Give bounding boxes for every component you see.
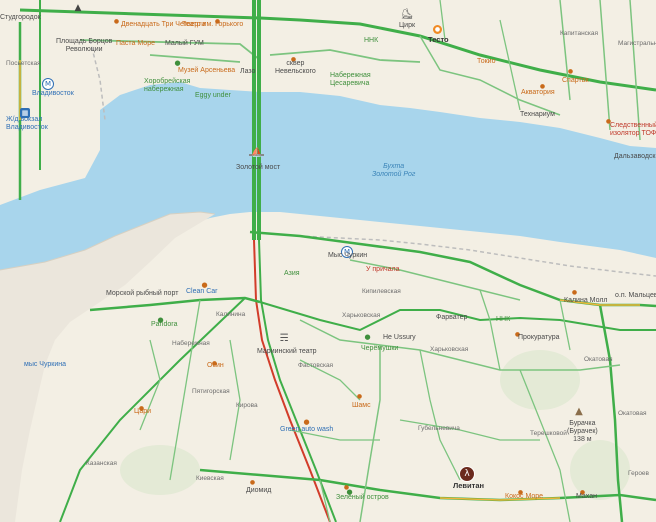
park-area bbox=[500, 350, 580, 410]
studgorodok-label: Студгородок bbox=[0, 14, 41, 21]
tokio-label: Токио bbox=[477, 58, 496, 65]
gubelyovich-label: Губельневича bbox=[418, 425, 460, 432]
street-label: Магистральная bbox=[618, 40, 656, 47]
prokuratura-label: Прокуратура bbox=[518, 334, 560, 341]
diomid-label: Диомид bbox=[246, 487, 272, 494]
burachka-label: Бурачка (Бурачек) 138 м bbox=[567, 420, 598, 443]
circus-icon[interactable]: ⛸ bbox=[400, 9, 414, 21]
kharkovskaya2-label: Харьковская bbox=[430, 346, 469, 353]
testo-label: Тесто bbox=[428, 35, 449, 44]
street-label: Капитанская bbox=[560, 30, 599, 37]
muzey-arsenyeva-label: Музей Арсеньева bbox=[178, 67, 236, 74]
ship-icon[interactable]: ⛵ bbox=[250, 148, 264, 158]
food-icon[interactable]: ● bbox=[566, 67, 575, 76]
skver-nevelskogo-label: сквер Невельского bbox=[275, 60, 316, 75]
kalina-moll-label: Калина Молл bbox=[564, 297, 608, 304]
okatovaya-label: Окатовая bbox=[584, 356, 613, 363]
metro-icon[interactable]: M bbox=[42, 78, 54, 90]
street-label: Пятигорская bbox=[192, 388, 230, 395]
egg-under-label: Еggу under bbox=[195, 92, 231, 99]
park-icon[interactable]: ● bbox=[363, 333, 372, 342]
naberezhnaya-cesarevicha-label: Набережная Цесаревича bbox=[330, 72, 371, 87]
vladivostok-label: Владивосток bbox=[32, 90, 74, 97]
port-label: Морской рыбный порт bbox=[106, 290, 179, 297]
food-icon[interactable]: ● bbox=[112, 17, 121, 26]
mys-churkina-west-label: мыс Чуркина bbox=[24, 361, 66, 368]
park-area bbox=[120, 445, 200, 495]
street-label: Казанская bbox=[86, 460, 117, 467]
restaurant-icon[interactable]: ● bbox=[433, 25, 442, 34]
sparta-label: Спартак bbox=[562, 77, 589, 84]
food-icon[interactable]: ● bbox=[355, 392, 364, 401]
akvatoria-label: Акватория bbox=[521, 89, 555, 96]
azia-label: Азия bbox=[284, 270, 300, 277]
mountain-icon[interactable]: ▲ bbox=[573, 406, 585, 418]
tsarii-label: Цари bbox=[134, 408, 152, 415]
maly-gum-label: Малый ГУМ bbox=[165, 40, 204, 47]
kalinina-street-label: Калинина bbox=[216, 311, 246, 318]
levitan-label: Левитан bbox=[453, 481, 485, 490]
street-label: Кипилевская bbox=[362, 288, 401, 295]
osin-label: Осин bbox=[207, 362, 224, 369]
mariinsky-label: Мариинский театр bbox=[257, 348, 317, 355]
khorobrovskaya-label: Хоробрейская набережная bbox=[144, 78, 191, 93]
lazo-label: Лазо bbox=[240, 68, 256, 75]
street-label: Киевская bbox=[196, 475, 224, 482]
monument-icon[interactable]: ▲ bbox=[74, 2, 82, 14]
street-label: Набережная bbox=[172, 340, 210, 347]
theatre-icon[interactable]: ☴ bbox=[277, 333, 291, 345]
bay-label: Бухта Золотой Рог bbox=[372, 163, 416, 178]
map-canvas[interactable]: ▲ M ▦ ⛸ ● ⛵ M ☴ ▲ λ ● ● ● ● ● ● ● ● ● ● … bbox=[0, 0, 656, 522]
fareater-label: Фарватер bbox=[436, 314, 468, 321]
street-label: Кирова bbox=[236, 402, 258, 409]
u-prichala-label: У причала bbox=[366, 266, 400, 273]
street-label: Терешковой bbox=[530, 430, 567, 437]
street-label: Окатовая bbox=[618, 410, 647, 417]
shams-label: Шамс bbox=[352, 402, 371, 409]
pasta-more-label: Паста Море bbox=[116, 40, 155, 47]
makhan-label: Махан bbox=[576, 493, 597, 500]
nnk-top-label: ННК bbox=[364, 37, 379, 44]
food-icon[interactable]: ● bbox=[570, 288, 579, 297]
kharkovskaya-label: Харьковская bbox=[342, 312, 381, 319]
street-label: Героев bbox=[628, 470, 649, 477]
kokos-more-label: Кокос Море bbox=[505, 493, 544, 500]
street-label: Посьетская bbox=[6, 60, 41, 67]
food-icon[interactable]: ● bbox=[248, 478, 257, 487]
teatr-gorkogo-label: Театр им. Горького bbox=[182, 21, 244, 28]
bridge-label: Золотой мост bbox=[236, 164, 281, 171]
zeleny-ostrov-label: Зелёный остров bbox=[336, 494, 389, 501]
clean-car-label: Clean Car bbox=[186, 288, 218, 295]
square-label: Площадь Борцов Революции bbox=[56, 38, 113, 53]
nnk-east-label: ННК bbox=[496, 316, 511, 323]
fastovskaya-label: Фастовская bbox=[298, 362, 334, 369]
mys-maltseva-label: о.п. Мальцева bbox=[615, 292, 656, 299]
railway-station-label: Ж/д вокзал Владивосток bbox=[6, 116, 48, 131]
tekhnorium-label: Технариум bbox=[520, 111, 555, 118]
map-base-layer bbox=[0, 0, 656, 522]
ne-ussury-label: Не Ussury bbox=[383, 334, 416, 341]
green-auto-wash-label: Green auto wash bbox=[280, 426, 334, 433]
dalzavodskaya-label: Дальзаводская bbox=[614, 153, 656, 160]
pandora-label: Pandora bbox=[151, 321, 178, 328]
cheryomushki-label: Черёмушки bbox=[361, 345, 399, 352]
sledstvenny-label: Следственный в изолятор ТОФ bbox=[610, 122, 656, 137]
mys-churkin-label: Мыс Чуркин bbox=[328, 252, 368, 259]
levitan-pin-icon[interactable]: λ bbox=[459, 466, 475, 482]
tsirk-label: Цирк bbox=[399, 22, 416, 29]
